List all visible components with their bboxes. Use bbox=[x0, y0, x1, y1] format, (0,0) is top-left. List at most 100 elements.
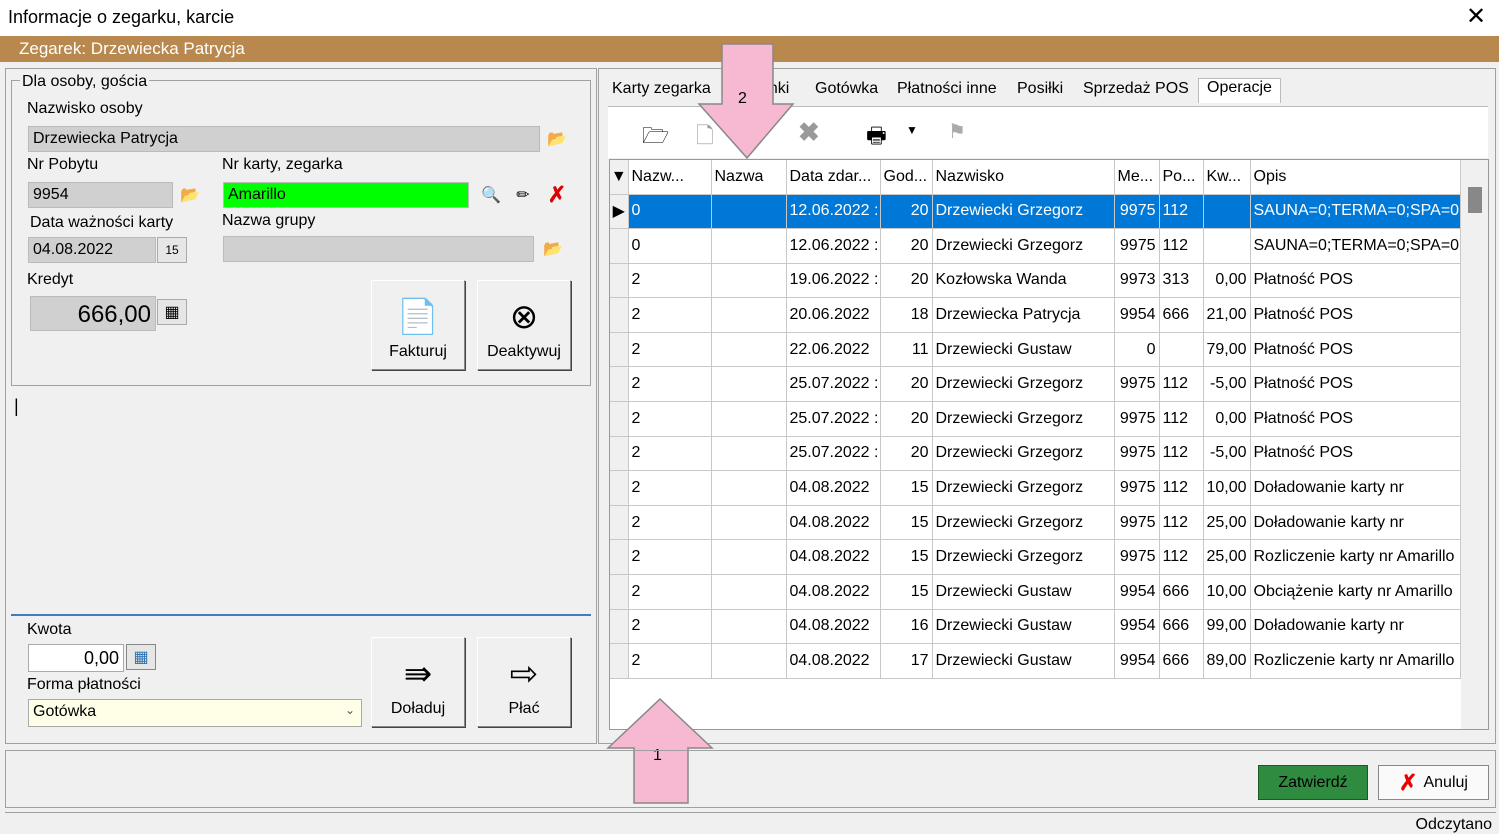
table-cell: 112 bbox=[1159, 366, 1204, 403]
table-row[interactable]: 2 25.07.2022 :20 Drzewiecki Grzegorz 9975 11… bbox=[610, 366, 1461, 403]
col-header-amount[interactable]: Kw... bbox=[1203, 160, 1251, 195]
memo-area[interactable]: | bbox=[11, 388, 591, 616]
grid-scrollbar[interactable] bbox=[1461, 160, 1488, 729]
amount-calculator-icon[interactable]: ▦ bbox=[126, 644, 156, 670]
tab-other-payments[interactable]: Płatności inne bbox=[897, 80, 997, 98]
search-icon[interactable]: 🔍 bbox=[476, 182, 506, 208]
table-cell: Kozłowska Wanda bbox=[932, 263, 1115, 299]
table-cell: 9975 bbox=[1114, 401, 1160, 437]
cancel-button[interactable]: ✗ Anuluj bbox=[1378, 765, 1489, 800]
payment-method-select[interactable]: Gotówka ⌄ bbox=[28, 699, 362, 727]
table-cell: 04.08.2022 bbox=[786, 470, 881, 506]
annotation-label-2: 2 bbox=[738, 90, 747, 107]
table-cell: 25,00 bbox=[1203, 505, 1251, 541]
validity-date-field[interactable]: 04.08.2022 bbox=[28, 237, 156, 263]
table-row[interactable]: 2 04.08.2022 17 Drzewiecki Gustaw 9954 666 89,… bbox=[610, 643, 1461, 679]
table-row[interactable]: 0 12.06.2022 :20 Drzewiecki Grzegorz 9975 11… bbox=[610, 228, 1461, 264]
open-icon[interactable]: 🗁 bbox=[642, 119, 669, 157]
person-name-field[interactable]: Drzewiecka Patrycja bbox=[28, 126, 540, 152]
table-cell: Drzewiecki Grzegorz bbox=[932, 194, 1115, 230]
operations-grid: ▼ Nazw... Nazwa Data zdar... God... Nazw… bbox=[609, 159, 1489, 730]
group-name-field[interactable] bbox=[223, 236, 534, 262]
table-cell: 666 bbox=[1159, 574, 1204, 610]
confirm-button[interactable]: Zatwierdź bbox=[1258, 765, 1368, 800]
tab-cash[interactable]: Gotówka bbox=[815, 80, 878, 98]
col-header-hour[interactable]: God... bbox=[880, 160, 933, 195]
calendar-icon[interactable]: 15 bbox=[157, 237, 187, 263]
table-cell bbox=[711, 539, 787, 576]
table-cell: 20 bbox=[880, 194, 933, 230]
table-cell: 0 bbox=[628, 194, 712, 230]
table-row[interactable]: 2 25.07.2022 :20 Drzewiecki Grzegorz 9975 11… bbox=[610, 436, 1461, 472]
table-cell: 2 bbox=[628, 263, 712, 299]
deactivate-button[interactable]: ⊗ Deaktywuj bbox=[477, 280, 571, 370]
stay-folder-icon[interactable]: 📂 bbox=[175, 182, 205, 208]
table-row[interactable]: 2 19.06.2022 :20 Kozłowska Wanda 9973 313 0,0… bbox=[610, 263, 1461, 299]
table-cell: 313 bbox=[1159, 263, 1204, 299]
table-row[interactable]: 2 20.06.2022 18 Drzewiecka Patrycja 9954 666 2… bbox=[610, 297, 1461, 333]
table-row[interactable]: 2 04.08.2022 15 Drzewiecki Grzegorz 9975 112 1… bbox=[610, 470, 1461, 506]
print-icon[interactable]: 🖶 bbox=[866, 119, 887, 157]
tab-pos-sales[interactable]: Sprzedaż POS bbox=[1083, 80, 1189, 98]
col-header-surname[interactable]: Nazwisko bbox=[932, 160, 1115, 195]
card-number-field[interactable]: Amarillo bbox=[223, 182, 469, 208]
table-cell: 17 bbox=[880, 643, 933, 679]
table-cell bbox=[711, 332, 787, 368]
table-cell: 16 bbox=[880, 609, 933, 645]
table-row[interactable]: 2 25.07.2022 :20 Drzewiecki Grzegorz 9975 11… bbox=[610, 401, 1461, 437]
table-row[interactable]: 2 04.08.2022 15 Drzewiecki Grzegorz 9975 112 2… bbox=[610, 505, 1461, 541]
delete-x-icon[interactable]: ✗ bbox=[542, 182, 572, 208]
topup-button[interactable]: ⇛ Doładuj bbox=[371, 637, 465, 727]
table-cell: Doładowanie karty nr bbox=[1250, 505, 1461, 541]
table-cell: 18 bbox=[880, 297, 933, 333]
table-row[interactable]: ▶ 0 12.06.2022 :20 Drzewiecki Grzegorz 9975 1… bbox=[610, 194, 1461, 230]
validity-label: Data ważności karty bbox=[30, 214, 174, 231]
table-cell: Drzewiecki Grzegorz bbox=[932, 470, 1115, 506]
table-cell bbox=[711, 194, 787, 230]
col-header-po[interactable]: Po... bbox=[1159, 160, 1204, 195]
table-cell: 2 bbox=[628, 436, 712, 472]
table-cell: Drzewiecki Grzegorz bbox=[932, 228, 1115, 264]
folder-open-icon[interactable]: 📂 bbox=[542, 126, 572, 152]
table-cell: 25.07.2022 : bbox=[786, 436, 881, 472]
table-row[interactable]: 2 04.08.2022 16 Drzewiecki Gustaw 9954 666 99,… bbox=[610, 609, 1461, 645]
table-cell: 0 bbox=[628, 228, 712, 264]
row-filter-icon[interactable]: ▼ bbox=[610, 160, 629, 195]
group-folder-icon[interactable]: 📂 bbox=[538, 236, 568, 262]
pay-button[interactable]: ⇨ Płać bbox=[477, 637, 571, 727]
close-icon[interactable]: ✕ bbox=[1466, 2, 1486, 31]
confirm-label: Zatwierdź bbox=[1278, 773, 1348, 791]
delete-icon[interactable]: ✖ bbox=[798, 117, 820, 148]
col-header-date[interactable]: Data zdar... bbox=[786, 160, 881, 195]
table-cell: Drzewiecki Gustaw bbox=[932, 643, 1115, 679]
table-row[interactable]: 2 22.06.2022 11 Drzewiecki Gustaw 0 79,00 Płat… bbox=[610, 332, 1461, 368]
row-indicator bbox=[610, 228, 629, 264]
tab-watch-cards[interactable]: Karty zegarka bbox=[612, 80, 711, 98]
col-header-name[interactable]: Nazwa bbox=[711, 160, 787, 195]
table-cell: 04.08.2022 bbox=[786, 609, 881, 645]
print-dropdown-icon[interactable]: ▼ bbox=[906, 123, 918, 137]
invoice-button[interactable]: 📄 Fakturuj bbox=[371, 280, 465, 370]
table-cell bbox=[1203, 194, 1251, 230]
table-cell: 04.08.2022 bbox=[786, 643, 881, 679]
tab-partial[interactable]: anki bbox=[760, 80, 789, 98]
new-document-icon[interactable]: 🗋 bbox=[696, 119, 714, 157]
col-header-me[interactable]: Me... bbox=[1114, 160, 1160, 195]
col-header-nazw-short[interactable]: Nazw... bbox=[628, 160, 712, 195]
calculator-icon[interactable]: ▦ bbox=[157, 299, 187, 325]
edit-pencil-icon[interactable]: ✏ bbox=[508, 182, 538, 208]
scrollbar-thumb[interactable] bbox=[1468, 187, 1482, 213]
table-row[interactable]: 2 04.08.2022 15 Drzewiecki Grzegorz 9975 112 2… bbox=[610, 539, 1461, 576]
tab-meals[interactable]: Posiłki bbox=[1017, 80, 1063, 98]
col-header-description[interactable]: Opis bbox=[1250, 160, 1461, 195]
table-cell: 15 bbox=[880, 539, 933, 576]
stay-number-field[interactable]: 9954 bbox=[28, 182, 173, 208]
tab-operations[interactable]: Operacje bbox=[1198, 78, 1281, 103]
table-row[interactable]: 2 04.08.2022 15 Drzewiecki Gustaw 9954 666 10,… bbox=[610, 574, 1461, 610]
table-cell: Obciążenie karty nr Amarillo bbox=[1250, 574, 1461, 610]
table-cell: Drzewiecki Grzegorz bbox=[932, 401, 1115, 437]
table-cell: 79,00 bbox=[1203, 332, 1251, 368]
amount-field[interactable]: 0,00 bbox=[28, 644, 124, 672]
table-cell: 12.06.2022 : bbox=[786, 194, 881, 230]
export-icon[interactable]: ⚑ bbox=[948, 119, 966, 144]
